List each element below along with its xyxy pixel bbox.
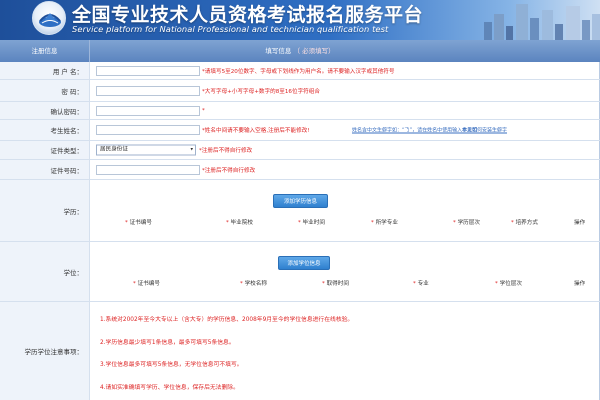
- city-skyline-icon: [484, 4, 600, 40]
- note-item: 1.系统对2002年至今大专以上（含大专）的学历信息、2008年9月至今的学位信…: [100, 317, 354, 323]
- password-label: 密 码：: [0, 80, 90, 101]
- candidate-name-row: 考生姓名： *姓名中间请不要输入空格,注册后不能修改! 姓名含中文生僻字如：“𠄎…: [0, 120, 600, 141]
- degree-col-level: * 学位层次: [495, 281, 522, 287]
- confirm-password-input[interactable]: [96, 105, 200, 116]
- id-type-select[interactable]: 居民身份证 ▾: [96, 144, 196, 156]
- logo-emblem-icon: [39, 13, 61, 27]
- note-item: 4.请如实准确填写学历、学位信息，保存后无法删除。: [100, 385, 239, 391]
- education-col-action: 操作: [574, 220, 586, 226]
- education-notes-label: 学历学位注意事项：: [0, 302, 90, 400]
- note-item: 3.学位信息最多可填写5条信息，无学位信息可不填写。: [100, 362, 243, 368]
- degree-col-time: * 取得时间: [322, 281, 349, 287]
- education-col-cert: * 证书编号: [125, 220, 152, 226]
- id-number-row: 证件号码： *注册后不得自行修改: [0, 160, 600, 180]
- add-education-button[interactable]: 添加学历信息: [273, 194, 328, 208]
- rare-char-link[interactable]: 姓名含中文生僻字如：“𠄎”，请在姓名中使用输入本发明: [352, 127, 477, 134]
- education-col-major: * 所学专业: [371, 220, 398, 226]
- education-col-grad-time: * 毕业时间: [298, 220, 325, 226]
- degree-col-cert: * 证书编号: [133, 281, 160, 287]
- confirm-password-row: 确认密码： *: [0, 102, 600, 120]
- confirm-password-label: 确认密码：: [0, 102, 90, 119]
- degree-row: 学位： 添加学位信息 * 证书编号 * 学校名称 * 取得时间 * 专业 * 学…: [0, 242, 600, 302]
- password-input[interactable]: [96, 85, 200, 96]
- username-label: 用 户 名：: [0, 62, 90, 79]
- username-input[interactable]: [96, 65, 200, 76]
- required-hint: （ 必须填写）: [293, 47, 335, 55]
- candidate-name-input[interactable]: [96, 125, 200, 135]
- site-subtitle: Service platform for National Profession…: [72, 24, 389, 34]
- form-header: 注册信息 填写信息 （ 必须填写）: [0, 40, 600, 62]
- degree-col-major: * 专业: [413, 281, 429, 287]
- education-notes-row: 学历学位注意事项： 1.系统对2002年至今大专以上（含大专）的学历信息、200…: [0, 302, 600, 400]
- id-type-label: 证件类型：: [0, 141, 90, 159]
- rare-char-help-link[interactable]: 参见如何安装生僻字: [462, 127, 507, 134]
- site-banner: 全国专业技术人员资格考试报名服务平台 Service platform for …: [0, 0, 600, 40]
- fill-info-label: 填写信息: [265, 47, 292, 55]
- confirm-password-note: *: [202, 107, 205, 114]
- id-type-note: *注册后不得自行修改: [199, 148, 253, 154]
- username-row: 用 户 名： *请填写5至20位数字、字母或下划线作为用户名。请不要输入汉字或其…: [0, 62, 600, 80]
- site-logo: [32, 1, 66, 35]
- candidate-name-note: *姓名中间请不要输入空格,注册后不能修改!: [202, 128, 310, 134]
- add-degree-button[interactable]: 添加学位信息: [278, 256, 330, 270]
- id-number-label: 证件号码：: [0, 160, 90, 179]
- education-label: 学历：: [0, 180, 90, 241]
- password-row: 密 码： *大写字母+小写字母+数字的8至16位字符组合: [0, 80, 600, 102]
- id-type-selected: 居民身份证: [100, 146, 128, 153]
- id-number-input[interactable]: [96, 164, 200, 175]
- select-arrow-icon: ▾: [190, 146, 193, 153]
- education-col-mode: * 培养方式: [511, 220, 538, 226]
- candidate-name-label: 考生姓名：: [0, 120, 90, 140]
- register-info-heading: 注册信息: [0, 40, 90, 62]
- education-col-level: * 学历层次: [453, 220, 480, 226]
- degree-label: 学位：: [0, 242, 90, 301]
- education-row: 学历： 添加学历信息 * 证书编号 * 毕业院校 * 毕业时间 * 所学专业 *…: [0, 180, 600, 242]
- fill-info-heading: 填写信息 （ 必须填写）: [265, 40, 334, 62]
- degree-col-school: * 学校名称: [240, 281, 267, 287]
- note-item: 2.学历信息最少填写1条信息，最多可填写5条信息。: [100, 340, 235, 346]
- id-type-row: 证件类型： 居民身份证 ▾ *注册后不得自行修改: [0, 141, 600, 160]
- education-col-school: * 毕业院校: [226, 220, 253, 226]
- id-number-note: *注册后不得自行修改: [202, 167, 256, 174]
- degree-col-action: 操作: [574, 281, 586, 287]
- site-title: 全国专业技术人员资格考试报名服务平台: [72, 4, 424, 26]
- password-note: *大写字母+小写字母+数字的8至16位字符组合: [202, 88, 320, 95]
- username-note: *请填写5至20位数字、字母或下划线作为用户名。请不要输入汉字或其他符号: [202, 68, 395, 75]
